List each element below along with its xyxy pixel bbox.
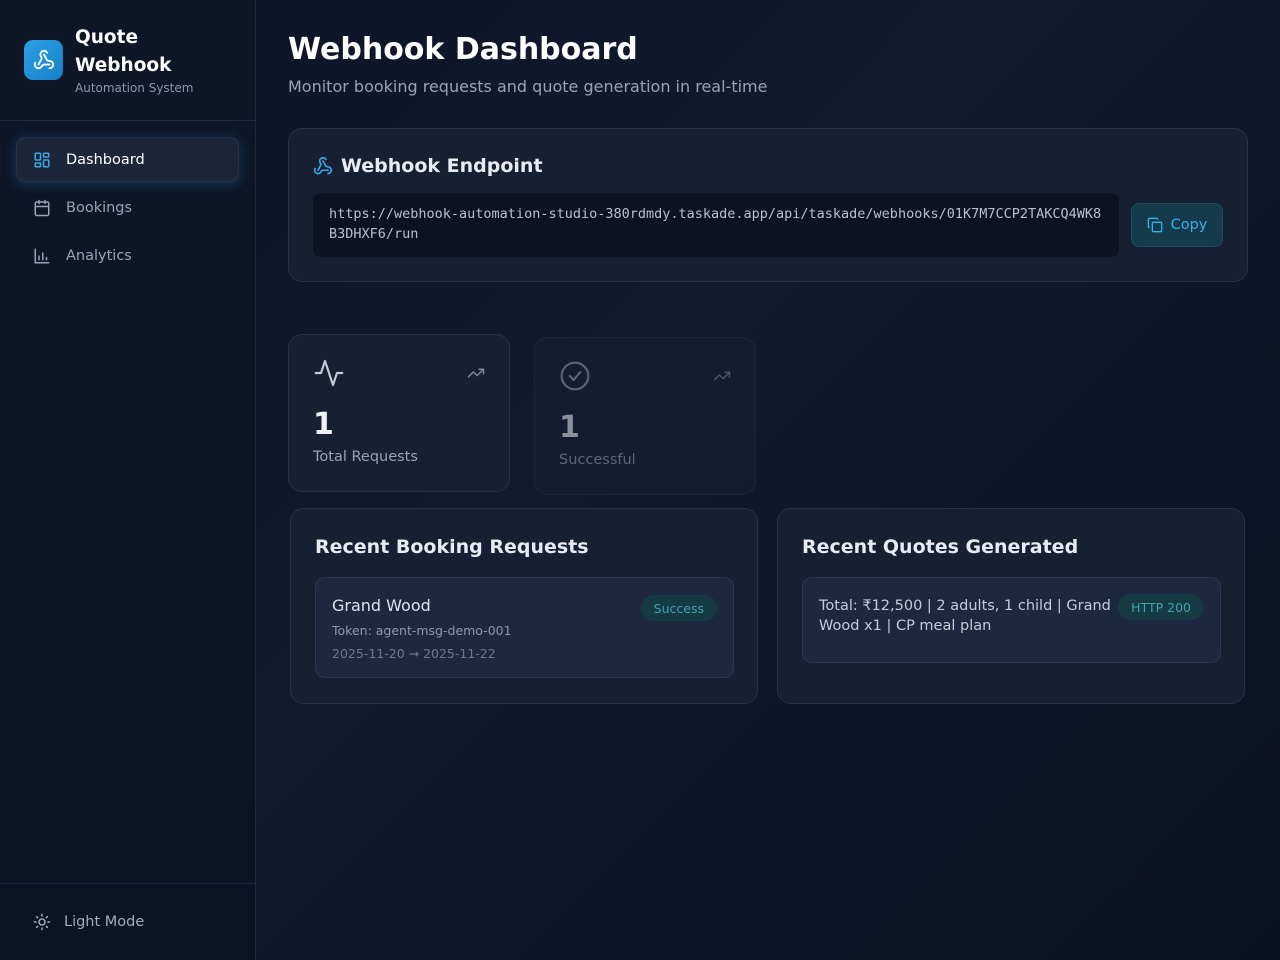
check-circle-icon xyxy=(559,360,591,396)
trending-up-icon xyxy=(467,364,485,386)
sidebar-item-analytics[interactable]: Analytics xyxy=(16,233,239,278)
theme-toggle-label: Light Mode xyxy=(64,914,145,930)
page-subtitle: Monitor booking requests and quote gener… xyxy=(288,77,768,96)
stat-label: Successful xyxy=(559,452,636,468)
quote-summary: Total: ₹12,500 | 2 adults, 1 child | Gra… xyxy=(819,598,1111,634)
calendar-icon xyxy=(32,198,52,218)
panel-title: Recent Booking Requests xyxy=(315,536,589,558)
stat-label: Total Requests xyxy=(313,449,418,465)
stats-row: 1 Total Requests 1 Successful xyxy=(288,334,1248,504)
stat-value: 1 xyxy=(559,410,580,445)
activity-icon xyxy=(313,357,345,393)
bar-chart-icon xyxy=(32,246,52,266)
sun-icon xyxy=(32,912,52,932)
sidebar-item-dashboard[interactable]: Dashboard xyxy=(16,137,239,182)
webhook-endpoint-card: Webhook Endpoint https://webhook-automat… xyxy=(288,128,1248,282)
trending-up-icon xyxy=(713,367,731,389)
theme-toggle-button[interactable]: Light Mode xyxy=(0,883,256,960)
quote-list-item[interactable]: Total: ₹12,500 | 2 adults, 1 child | Gra… xyxy=(802,577,1221,663)
status-badge: HTTP 200 xyxy=(1118,594,1204,620)
dashboard-icon xyxy=(32,150,52,170)
page-title: Webhook Dashboard xyxy=(288,32,638,67)
copy-icon xyxy=(1147,217,1163,233)
main-content: Webhook Dashboard Monitor booking reques… xyxy=(288,30,1248,704)
status-badge: Success xyxy=(640,595,717,621)
booking-token: Token: agent-msg-demo-001 xyxy=(332,623,512,638)
booking-list-item[interactable]: Grand Wood Token: agent-msg-demo-001 202… xyxy=(315,577,734,678)
sidebar-item-label: Dashboard xyxy=(66,151,145,168)
copy-button[interactable]: Copy xyxy=(1131,203,1223,247)
webhook-icon xyxy=(313,156,333,176)
sidebar-nav: Dashboard Bookings Analytics xyxy=(0,121,255,297)
webhook-icon xyxy=(24,40,63,80)
brand-title: Quote Webhook xyxy=(75,27,172,76)
recent-bookings-panel: Recent Booking Requests Grand Wood Token… xyxy=(290,508,758,704)
panel-title: Recent Quotes Generated xyxy=(802,536,1079,558)
sidebar: Quote Webhook Automation System Dashboar… xyxy=(0,0,256,960)
stat-card-total-requests: 1 Total Requests xyxy=(288,334,510,492)
sidebar-item-label: Analytics xyxy=(66,247,132,264)
recent-quotes-panel: Recent Quotes Generated Total: ₹12,500 |… xyxy=(777,508,1245,704)
stat-value: 1 xyxy=(313,407,334,442)
brand: Quote Webhook Automation System xyxy=(0,0,255,121)
sidebar-item-label: Bookings xyxy=(66,199,133,216)
booking-dates: 2025-11-20 → 2025-11-22 xyxy=(332,646,496,661)
sidebar-item-bookings[interactable]: Bookings xyxy=(16,185,239,230)
endpoint-url[interactable]: https://webhook-automation-studio-380rdm… xyxy=(313,193,1119,257)
stat-card-successful: 1 Successful xyxy=(534,337,756,495)
copy-button-label: Copy xyxy=(1170,217,1208,233)
brand-subtitle: Automation System xyxy=(75,81,194,95)
endpoint-title: Webhook Endpoint xyxy=(341,155,543,177)
